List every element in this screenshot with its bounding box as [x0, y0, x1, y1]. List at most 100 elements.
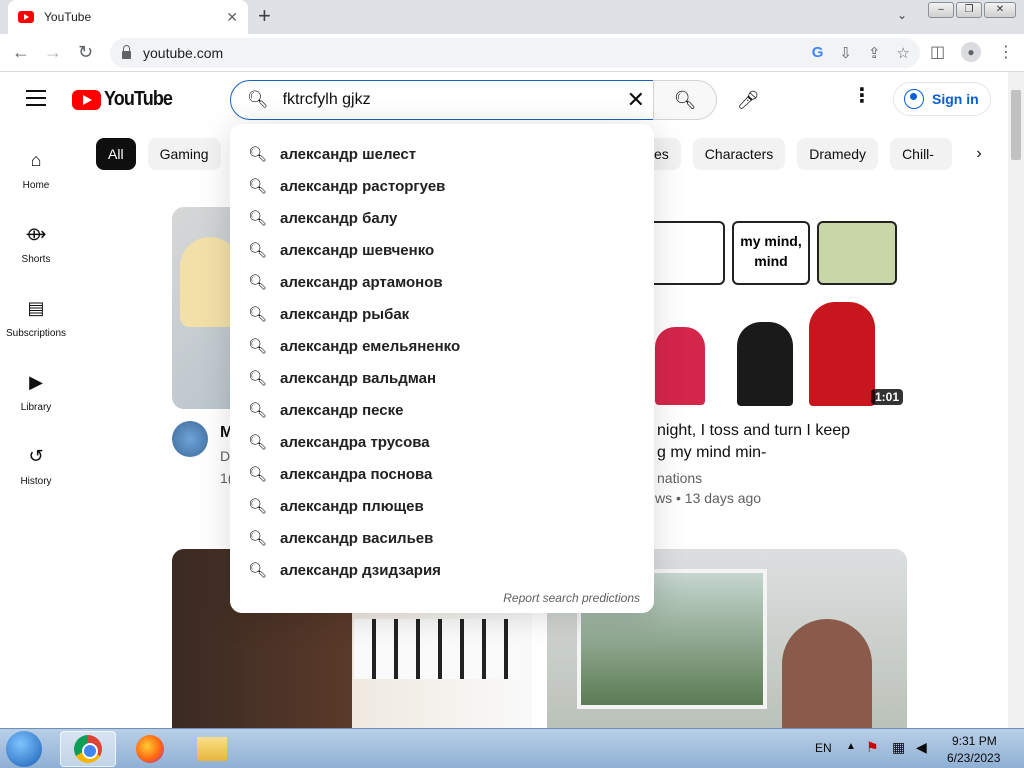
suggestion-item[interactable]: 🔍︎ александр артамонов — [230, 266, 654, 298]
shorts-icon: ⟴ — [25, 224, 47, 244]
speech-bubble-text: my mind, mind — [732, 221, 810, 285]
suggestion-item[interactable]: 🔍︎ александр вальдман — [230, 362, 654, 394]
chip-all[interactable]: All — [96, 138, 136, 170]
action-center-icon[interactable]: ⚑ — [866, 739, 879, 756]
suggestion-item[interactable]: 🔍︎ александр дзидзария — [230, 554, 654, 586]
youtube-logo[interactable]: YouTube — [72, 88, 180, 111]
suggestion-text: александр шелест — [280, 145, 417, 163]
suggestion-item[interactable]: 🔍︎ александр васильев — [230, 522, 654, 554]
voice-search-button[interactable]: 🎤︎ — [728, 80, 768, 120]
clock-time[interactable]: 9:31 PM — [952, 734, 997, 748]
sidebar-item-label: Subscriptions — [5, 328, 67, 339]
person-illustration — [782, 619, 872, 739]
restore-button[interactable]: ❐ — [956, 2, 982, 18]
suggestion-item[interactable]: 🔍︎ александр балу — [230, 202, 654, 234]
browser-menu-icon[interactable]: ⋮ — [998, 42, 1014, 62]
settings-more-icon[interactable]: ⋮ — [852, 86, 872, 106]
suggestion-text: александра поснова — [280, 465, 433, 483]
video-channel-1[interactable]: D — [220, 448, 230, 464]
chrome-icon — [74, 735, 102, 763]
search-input[interactable] — [282, 91, 623, 109]
network-icon[interactable]: ▦ — [892, 739, 905, 756]
install-app-icon[interactable]: ⇩ — [839, 44, 852, 62]
close-window-button[interactable]: ✕ — [984, 2, 1016, 18]
volume-muted-icon[interactable]: ◀ — [916, 739, 927, 756]
sidebar-item-label: Home — [22, 180, 50, 191]
chip-dramedy[interactable]: Dramedy — [797, 138, 879, 170]
scrollbar-thumb[interactable] — [1011, 90, 1021, 160]
tab-search-chevron-icon[interactable]: ⌄ — [897, 8, 907, 22]
suggestion-item[interactable]: 🔍︎ александра трусова — [230, 426, 654, 458]
address-bar[interactable]: youtube.com G ⇩ ⇪ ☆ — [110, 38, 920, 68]
suggestion-item[interactable]: 🔍︎ александр шелест — [230, 138, 654, 170]
report-search-predictions-link[interactable]: Report search predictions — [503, 591, 640, 605]
suggestion-item[interactable]: 🔍︎ александр емельяненко — [230, 330, 654, 362]
suggestion-item[interactable]: 🔍︎ александр рыбак — [230, 298, 654, 330]
search-box[interactable]: 🔍︎ ✕ — [230, 80, 654, 120]
chip-bar: All Gaming — [96, 138, 221, 170]
guide-sidebar: ⌂ Home ⟴ Shorts ▤ Subscriptions ▶ Librar… — [0, 128, 72, 498]
search-icon: 🔍︎ — [248, 562, 268, 579]
browser-toolbar: ← → ↻ youtube.com G ⇩ ⇪ ☆ ◫ ● ⋮ — [0, 34, 1024, 72]
video-title-2-line1[interactable]: night, I toss and turn I keep — [657, 420, 850, 442]
suggestion-item[interactable]: 🔍︎ александр расторгуев — [230, 170, 654, 202]
sidebar-item-library[interactable]: ▶ Library — [0, 350, 72, 424]
browser-tab[interactable]: YouTube ✕ — [8, 0, 248, 34]
suggestion-text: александр шевченко — [280, 241, 435, 259]
chip-characters[interactable]: Characters — [692, 138, 786, 170]
suggestion-item[interactable]: 🔍︎ александр шевченко — [230, 234, 654, 266]
taskbar-chrome[interactable] — [60, 731, 116, 767]
sign-in-label: Sign in — [932, 91, 979, 107]
profile-icon[interactable]: ● — [961, 42, 981, 62]
side-panel-icon[interactable]: ◫ — [930, 42, 945, 62]
new-tab-button[interactable]: + — [258, 5, 271, 27]
chip-gaming[interactable]: Gaming — [147, 138, 221, 170]
suggestion-item[interactable]: 🔍︎ александра поснова — [230, 458, 654, 490]
search-icon: 🔍︎ — [247, 90, 269, 109]
taskbar-explorer[interactable] — [184, 731, 240, 767]
suggestion-text: александр емельяненко — [280, 337, 461, 355]
search-icon: 🔍︎ — [248, 146, 268, 163]
forward-button[interactable]: → — [44, 42, 62, 62]
back-button[interactable]: ← — [12, 42, 30, 62]
search-icon: 🔍︎ — [248, 210, 268, 227]
share-icon[interactable]: ⇪ — [868, 44, 881, 62]
google-lens-icon[interactable]: G — [812, 44, 824, 62]
video-channel-2[interactable]: nations — [657, 470, 702, 486]
clear-search-icon[interactable]: ✕ — [627, 89, 645, 111]
browser-tabbar: YouTube ✕ + ⌄ – ❐ ✕ — [0, 0, 1024, 34]
chip-next-arrow-icon[interactable]: › — [965, 140, 993, 168]
start-button[interactable] — [6, 731, 42, 767]
sidebar-item-shorts[interactable]: ⟴ Shorts — [0, 202, 72, 276]
chip-chill[interactable]: Chill-o — [890, 138, 953, 170]
minimize-button[interactable]: – — [928, 2, 954, 18]
lock-icon[interactable] — [122, 45, 131, 59]
sidebar-item-home[interactable]: ⌂ Home — [0, 128, 72, 202]
sidebar-item-history[interactable]: ↺ History — [0, 424, 72, 498]
suggestion-text: александр песке — [280, 401, 404, 419]
search-icon: 🔍︎ — [248, 274, 268, 291]
library-icon: ▶ — [29, 372, 43, 392]
sidebar-item-subscriptions[interactable]: ▤ Subscriptions — [0, 276, 72, 350]
search-button[interactable]: 🔍︎ — [653, 80, 717, 120]
bookmark-star-icon[interactable]: ☆ — [897, 44, 910, 62]
sidebar-item-label: History — [20, 476, 52, 487]
chip-bar-right: es Characters Dramedy Chill-o — [628, 138, 953, 170]
taskbar-firefox[interactable] — [122, 731, 178, 767]
clock-date[interactable]: 6/23/2023 — [947, 751, 1000, 765]
suggestion-item[interactable]: 🔍︎ александр плющев — [230, 490, 654, 522]
suggestion-item[interactable]: 🔍︎ александр песке — [230, 394, 654, 426]
spider-character-1 — [655, 327, 705, 405]
search-icon: 🔍︎ — [248, 306, 268, 323]
sign-in-button[interactable]: Sign in — [893, 82, 991, 116]
video-title-2-line2[interactable]: g my mind min- — [657, 442, 766, 464]
tab-close-icon[interactable]: ✕ — [226, 9, 238, 26]
language-indicator[interactable]: EN — [815, 741, 832, 755]
account-icon — [904, 89, 924, 109]
subscriptions-icon: ▤ — [27, 298, 45, 318]
page-scrollbar[interactable] — [1008, 72, 1024, 728]
reload-button[interactable]: ↻ — [78, 42, 93, 62]
guide-menu-icon[interactable] — [26, 90, 46, 106]
channel-avatar[interactable] — [172, 421, 208, 457]
tray-expand-icon[interactable]: ▲ — [846, 741, 856, 752]
